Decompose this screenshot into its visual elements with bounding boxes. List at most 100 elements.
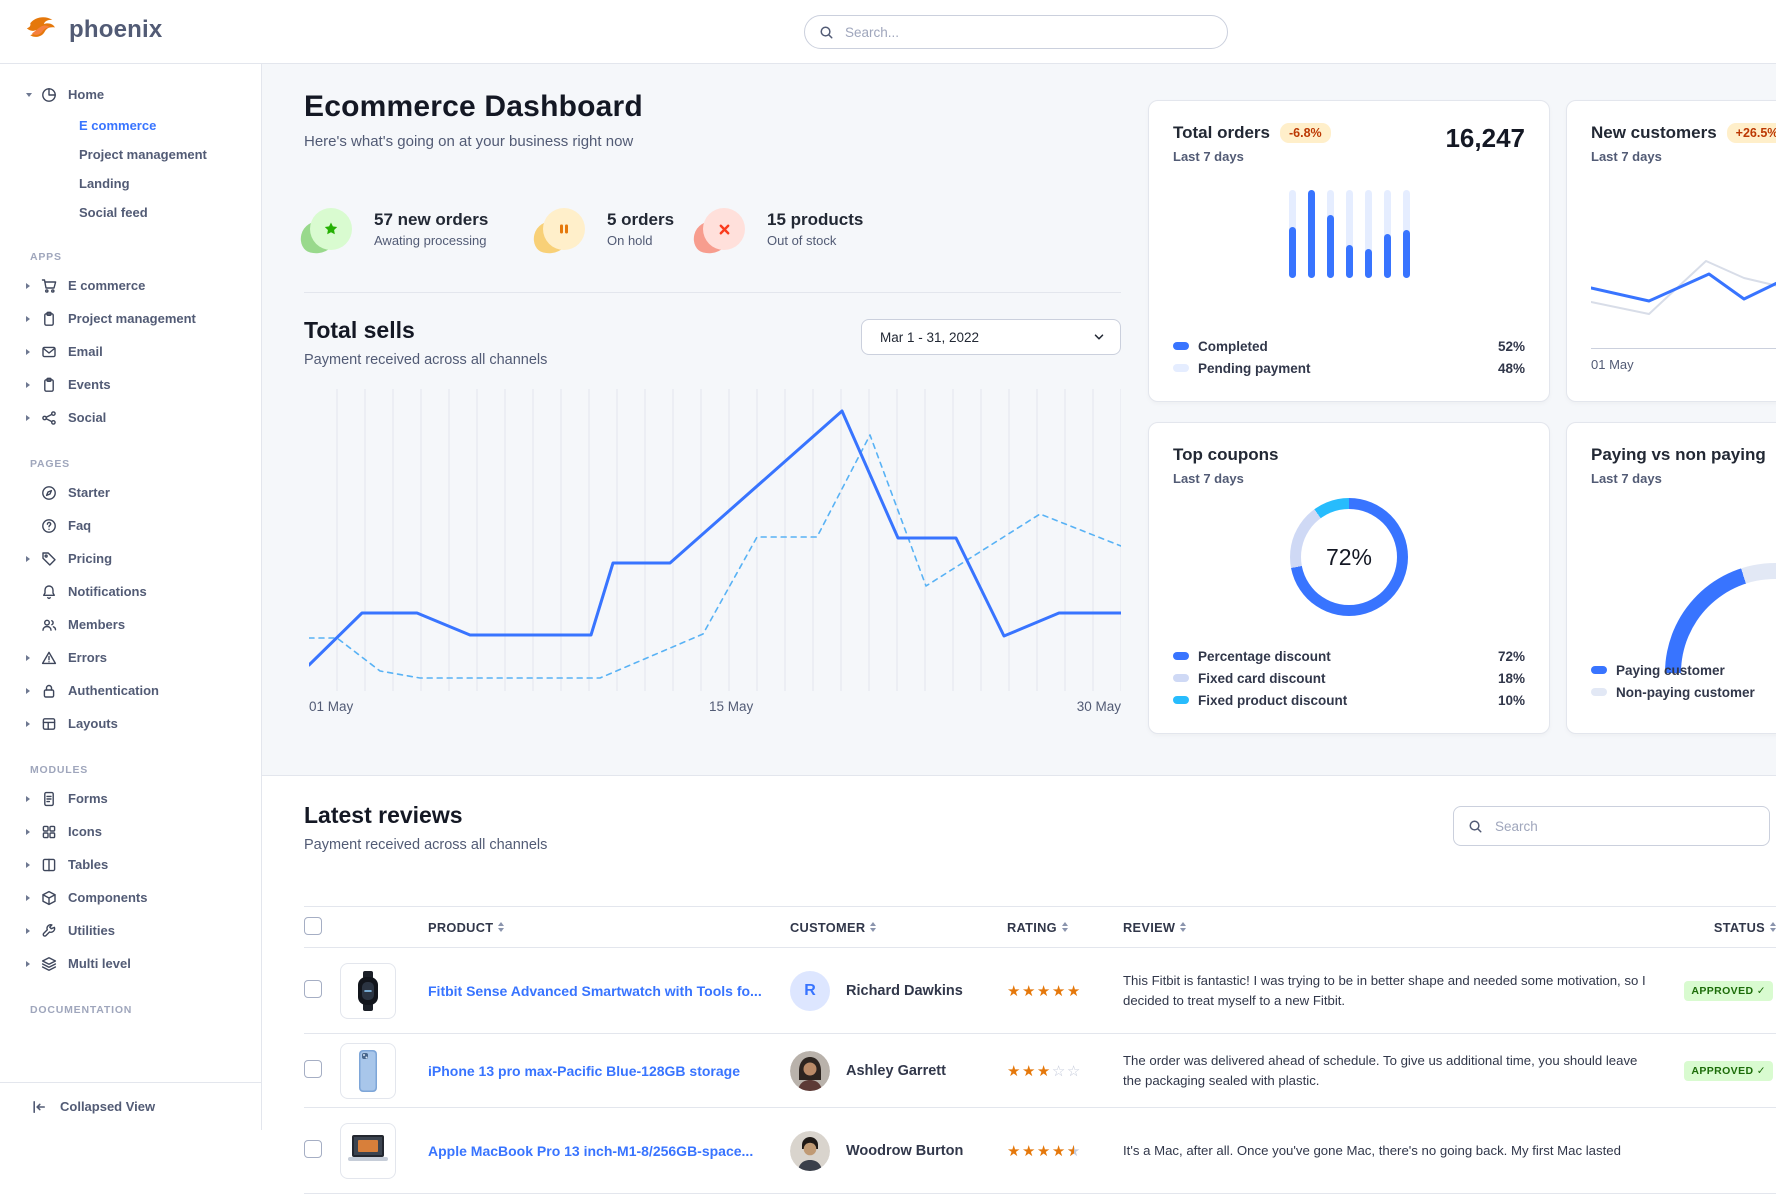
column-header-rating[interactable]: RATING [1007, 920, 1123, 935]
product-link[interactable]: Apple MacBook Pro 13 inch-M1-8/256GB-spa… [428, 1143, 790, 1159]
reviews-search-input[interactable] [1493, 818, 1755, 835]
caret-right-icon [26, 961, 40, 967]
sidebar-item-label: Social [68, 410, 106, 425]
product-image-smartwatch [340, 963, 396, 1019]
caret-right-icon [26, 895, 40, 901]
legend-label: Fixed product discount [1198, 693, 1347, 708]
sidebar-item-label: Multi level [68, 956, 131, 971]
row-checkbox-cell [304, 980, 340, 1001]
reviews-search[interactable] [1453, 806, 1770, 846]
top-coupons-donut-chart: 72% [1290, 498, 1408, 616]
paying-title: Paying vs non paying [1591, 445, 1766, 465]
row-checkbox-cell [304, 1140, 340, 1161]
clipboard-icon [40, 376, 58, 394]
sidebar-item-errors[interactable]: Errors [0, 641, 261, 674]
sidebar-item-e-commerce[interactable]: E commerce [0, 269, 261, 302]
sidebar-nav: HomeE commerceProject managementLandingS… [0, 64, 261, 1016]
sidebar-item-label: E commerce [68, 278, 145, 293]
sidebar-item-icons[interactable]: Icons [0, 815, 261, 848]
legend-label: Paying customer [1616, 663, 1725, 678]
avatar: R [790, 971, 830, 1011]
top-navbar: phoenix [0, 0, 1776, 64]
stat-value: 15 products [767, 210, 863, 230]
sidebar-item-members[interactable]: Members [0, 608, 261, 641]
total-sells-series-previous [309, 435, 1121, 678]
phoenix-logo-icon [26, 13, 60, 47]
total-orders-bar-chart [1289, 190, 1410, 278]
column-header-status[interactable]: STATUS [1668, 920, 1776, 935]
global-search[interactable] [804, 15, 1228, 49]
caret-right-icon [26, 796, 40, 802]
sidebar-item-tables[interactable]: Tables [0, 848, 261, 881]
sidebar-item-label: Landing [79, 176, 130, 191]
sidebar-item-starter[interactable]: Starter [0, 476, 261, 509]
sidebar-item-project-management[interactable]: Project management [0, 302, 261, 335]
row-checkbox[interactable] [304, 1140, 322, 1158]
sidebar-subitem-project-management[interactable]: Project management [0, 140, 261, 169]
legend-item-paying-customer: Paying customer [1591, 659, 1755, 681]
customer-name: Richard Dawkins [846, 983, 963, 999]
sidebar-item-layouts[interactable]: Layouts [0, 707, 261, 740]
collapsed-view-toggle[interactable]: Collapsed View [0, 1082, 261, 1130]
status-badge: APPROVED ✓ [1684, 981, 1773, 1001]
product-cell: Fitbit Sense Advanced Smartwatch with To… [428, 983, 790, 999]
date-range-select[interactable]: Mar 1 - 31, 2022 [861, 319, 1121, 355]
sidebar-item-label: Pricing [68, 551, 112, 566]
customer-cell: R Richard Dawkins [790, 971, 1007, 1011]
sidebar-subitem-landing[interactable]: Landing [0, 169, 261, 198]
status-badge: APPROVED ✓ [1684, 1061, 1773, 1081]
caret-right-icon [26, 721, 40, 727]
sidebar-item-social[interactable]: Social [0, 401, 261, 434]
total-orders-title: Total orders [1173, 123, 1270, 143]
new-customers-line-chart: 01 May [1591, 236, 1776, 372]
new-customers-change-badge: +26.5% [1727, 123, 1776, 143]
product-cell: Apple MacBook Pro 13 inch-M1-8/256GB-spa… [428, 1143, 790, 1159]
brand-logo[interactable]: phoenix [26, 13, 162, 47]
column-header-review[interactable]: REVIEW [1123, 920, 1668, 935]
caret-right-icon [26, 928, 40, 934]
sidebar-item-faq[interactable]: Faq [0, 509, 261, 542]
total-sells-chart: 01 May 15 May 30 May [309, 389, 1121, 721]
wrench-icon [40, 922, 58, 940]
sidebar-item-events[interactable]: Events [0, 368, 261, 401]
sidebar-item-components[interactable]: Components [0, 881, 261, 914]
select-all-checkbox[interactable] [304, 917, 322, 935]
row-checkbox[interactable] [304, 1060, 322, 1078]
legend-item-pending-payment: Pending payment48% [1173, 357, 1525, 379]
sidebar-item-multi-level[interactable]: Multi level [0, 947, 261, 980]
layers-icon [40, 955, 58, 973]
sidebar-item-email[interactable]: Email [0, 335, 261, 368]
sidebar-section-modules: MODULES [30, 764, 261, 776]
rating-stars: ★★★★★★ [1007, 1142, 1123, 1160]
sidebar-subitem-e-commerce[interactable]: E commerce [0, 111, 261, 140]
column-header-customer[interactable]: CUSTOMER [790, 920, 1007, 935]
rating-stars: ★★★★★ [1007, 982, 1123, 1000]
product-link[interactable]: Fitbit Sense Advanced Smartwatch with To… [428, 983, 790, 999]
column-header-label: STATUS [1714, 920, 1765, 935]
sidebar-item-home[interactable]: Home [0, 78, 261, 111]
reviews-table: PRODUCTCUSTOMERRATINGREVIEW STATUS Fitbit… [304, 906, 1776, 1194]
sidebar-item-label: Forms [68, 791, 108, 806]
product-image-cell [340, 963, 428, 1019]
sidebar-item-label: Errors [68, 650, 107, 665]
sidebar-item-utilities[interactable]: Utilities [0, 914, 261, 947]
cart-icon [40, 277, 58, 295]
sidebar-item-label: Faq [68, 518, 91, 533]
global-search-input[interactable] [843, 24, 1221, 41]
sidebar-item-label: Home [68, 87, 104, 102]
x-axis-label: 01 May [309, 699, 353, 714]
product-link[interactable]: iPhone 13 pro max-Pacific Blue-128GB sto… [428, 1063, 790, 1079]
sidebar-item-forms[interactable]: Forms [0, 782, 261, 815]
sidebar-item-pricing[interactable]: Pricing [0, 542, 261, 575]
layout-icon [40, 715, 58, 733]
sidebar-subitem-social-feed[interactable]: Social feed [0, 198, 261, 227]
sidebar-item-notifications[interactable]: Notifications [0, 575, 261, 608]
sidebar-item-authentication[interactable]: Authentication [0, 674, 261, 707]
paying-gauge-chart [1665, 563, 1776, 673]
stat-sublabel: On hold [607, 233, 674, 248]
row-checkbox[interactable] [304, 980, 322, 998]
review-text: This Fitbit is fantastic! I was trying t… [1123, 971, 1668, 1011]
column-header-product[interactable]: PRODUCT [428, 920, 790, 935]
caret-right-icon [26, 283, 40, 289]
bell-icon [40, 583, 58, 601]
